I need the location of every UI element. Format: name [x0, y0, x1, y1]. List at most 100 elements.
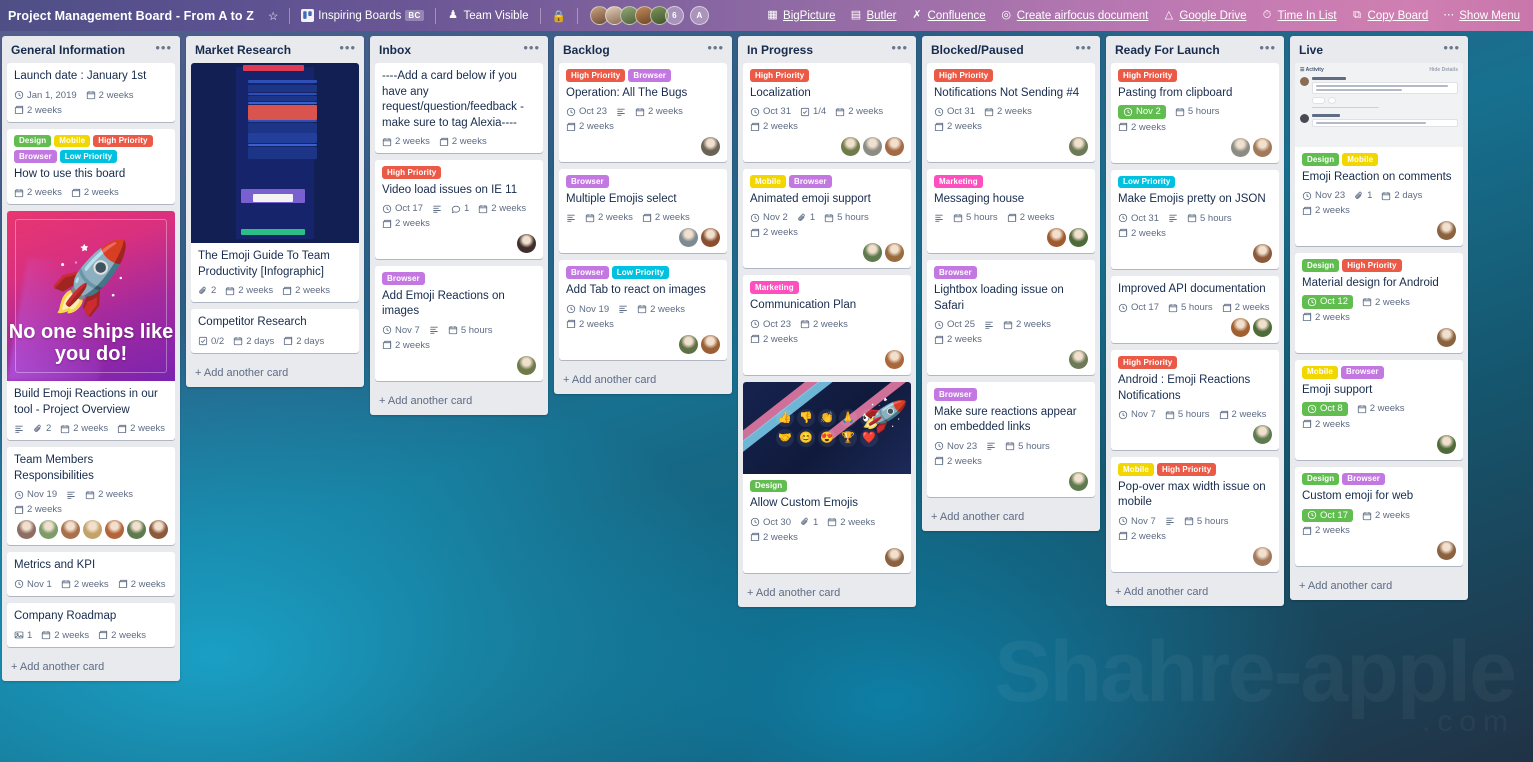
label-marketing[interactable]: Marketing — [934, 175, 983, 188]
avatar[interactable] — [1437, 327, 1456, 347]
list-in-progress[interactable]: In Progress ••• High Priority Localization O… — [738, 36, 916, 607]
list-menu-icon[interactable]: ••• — [891, 41, 908, 55]
add-another-card-button[interactable]: + Add another card — [922, 504, 1100, 531]
star-icon[interactable]: ☆ — [261, 6, 285, 26]
list-inbox[interactable]: Inbox ••• ----Add a card below if you have… — [370, 36, 548, 415]
visibility-button[interactable]: ♟ Team Visible — [440, 6, 536, 25]
avatar[interactable] — [1437, 541, 1456, 561]
label-design[interactable]: Design — [14, 134, 52, 148]
list-menu-icon[interactable]: ••• — [1443, 41, 1460, 55]
workspace-button[interactable]: Inspiring Boards BC — [294, 6, 430, 25]
label-mobile[interactable]: Mobile — [1342, 153, 1379, 166]
avatar[interactable] — [83, 520, 102, 540]
card[interactable]: Browser Make sure reactions appear on emb… — [927, 382, 1095, 497]
label-low-priority[interactable]: Low Priority — [611, 266, 670, 280]
card[interactable]: Design High Priority Material design for A… — [1295, 253, 1463, 353]
avatar[interactable] — [1231, 137, 1250, 157]
card[interactable]: Design Browser Custom emoji for web Oct 17 2… — [1295, 466, 1463, 567]
list-backlog[interactable]: Backlog ••• High Priority Browser Operation:… — [554, 36, 732, 394]
list-menu-icon[interactable]: ••• — [155, 41, 172, 55]
card[interactable]: High Priority Pasting from clipboard Nov 2… — [1111, 63, 1279, 163]
avatar[interactable] — [1069, 137, 1088, 157]
label-high-priority[interactable]: High Priority — [1118, 356, 1178, 370]
label-high-priority[interactable]: High Priority — [1156, 463, 1217, 476]
label-browser[interactable]: Browser — [566, 266, 609, 280]
card[interactable]: Browser Multiple Emojis select 2 weeks 2 we… — [559, 169, 727, 254]
label-browser[interactable]: Browser — [1340, 365, 1384, 379]
list-menu-icon[interactable]: ••• — [707, 41, 724, 55]
lock-icon[interactable]: 🔒 — [545, 6, 573, 26]
card[interactable]: Design Mobile High Priority Browser Low Prio… — [7, 128, 175, 205]
card[interactable]: 👍 👎 👏 🙏 👀 🤝 😊 😍 🏆 ❤️ 🚀 Design Allow Custom Emojis Oct… — [743, 381, 911, 573]
list-live[interactable]: Live ••• ☰ Activity Hide Details Design Mobil… — [1290, 36, 1468, 601]
list-menu-icon[interactable]: ••• — [1075, 41, 1092, 55]
card[interactable]: Browser Low Priority Add Tab to react on i… — [559, 260, 727, 360]
avatar[interactable] — [1069, 228, 1088, 248]
avatar[interactable] — [1253, 546, 1272, 566]
members-overflow-badge[interactable]: 6 — [664, 6, 684, 25]
card[interactable]: Improved API documentation Oct 17 5 hours 2… — [1111, 275, 1279, 344]
label-mobile[interactable]: Mobile — [750, 175, 786, 188]
board-canvas[interactable]: General Information ••• Launch date : Janu… — [0, 31, 1468, 681]
show-menu-button[interactable]: ⋯ Show Menu — [1435, 6, 1527, 25]
card[interactable]: Mobile High Priority Pop-over max width is… — [1111, 457, 1279, 572]
label-browser[interactable]: Browser — [382, 272, 425, 285]
avatar[interactable] — [701, 228, 720, 248]
avatar[interactable] — [885, 547, 904, 567]
label-high-priority[interactable]: High Priority — [382, 166, 442, 179]
avatar[interactable] — [885, 137, 904, 157]
card[interactable]: Competitor Research 0/2 2 days 2 days — [191, 309, 359, 353]
card[interactable]: The Emoji Guide To Team Productivity [In… — [191, 63, 359, 303]
list-menu-icon[interactable]: ••• — [1259, 41, 1276, 55]
list-general-information[interactable]: General Information ••• Launch date : Janu… — [2, 36, 180, 681]
powerup-confluence[interactable]: ✗ Confluence — [904, 6, 993, 25]
card[interactable]: ☰ Activity Hide Details Design Mobile Emoji … — [1295, 63, 1463, 247]
card[interactable]: Browser Add Emoji Reactions on images Nov … — [375, 266, 543, 381]
avatar[interactable] — [517, 234, 536, 254]
label-browser[interactable]: Browser — [934, 266, 977, 280]
avatar[interactable] — [679, 334, 698, 354]
avatar[interactable] — [841, 137, 860, 157]
add-another-card-button[interactable]: + Add another card — [370, 388, 548, 415]
add-another-card-button[interactable]: + Add another card — [2, 654, 180, 681]
avatar[interactable] — [885, 349, 904, 369]
card[interactable]: Browser Lightbox loading issue on Safari O… — [927, 260, 1095, 376]
label-browser[interactable]: Browser — [934, 388, 977, 401]
card[interactable]: High Priority Video load issues on IE 11 O… — [375, 160, 543, 260]
card[interactable]: Mobile Browser Animated emoji support Nov 2… — [743, 169, 911, 269]
add-another-card-button[interactable]: + Add another card — [186, 360, 364, 387]
avatar[interactable] — [885, 243, 904, 263]
label-browser[interactable]: Browser — [628, 69, 672, 82]
avatar[interactable] — [1069, 350, 1088, 370]
list-menu-icon[interactable]: ••• — [339, 41, 356, 55]
label-high-priority[interactable]: High Priority — [750, 69, 810, 82]
list-menu-icon[interactable]: ••• — [523, 41, 540, 55]
label-low-priority[interactable]: Low Priority — [59, 150, 118, 163]
avatar[interactable] — [105, 520, 124, 540]
card[interactable]: High Priority Android : Emoji Reactions N… — [1111, 350, 1279, 451]
list-market-research[interactable]: Market Research ••• The Emoji Guide To Tea… — [186, 36, 364, 387]
avatar[interactable] — [1047, 228, 1066, 248]
card[interactable]: Company Roadmap 1 2 weeks 2 weeks — [7, 602, 175, 647]
card[interactable]: 🚀 No one ships like you do! Build Emoji Re… — [7, 211, 175, 441]
add-another-card-button[interactable]: + Add another card — [1106, 579, 1284, 606]
add-another-card-button[interactable]: + Add another card — [554, 367, 732, 394]
label-high-priority[interactable]: High Priority — [566, 69, 626, 82]
add-another-card-button[interactable]: + Add another card — [738, 580, 916, 607]
label-high-priority[interactable]: High Priority — [93, 134, 153, 148]
add-another-card-button[interactable]: + Add another card — [1290, 573, 1468, 600]
avatar[interactable] — [1437, 221, 1456, 241]
label-design[interactable]: Design — [750, 479, 788, 493]
avatar[interactable] — [127, 520, 146, 540]
label-high-priority[interactable]: High Priority — [934, 69, 994, 82]
avatar[interactable] — [679, 228, 698, 248]
powerup-copy-board[interactable]: ⧉ Copy Board — [1344, 6, 1436, 25]
label-design[interactable]: Design — [1302, 153, 1340, 166]
label-low-priority[interactable]: Low Priority — [1118, 175, 1176, 189]
card[interactable]: High Priority Browser Operation: All The B… — [559, 63, 727, 163]
avatar[interactable] — [701, 334, 720, 354]
avatar[interactable] — [39, 520, 58, 540]
label-high-priority[interactable]: High Priority — [1118, 69, 1178, 82]
powerup-butler[interactable]: ▤ Butler — [842, 6, 903, 25]
avatar[interactable] — [517, 355, 536, 375]
